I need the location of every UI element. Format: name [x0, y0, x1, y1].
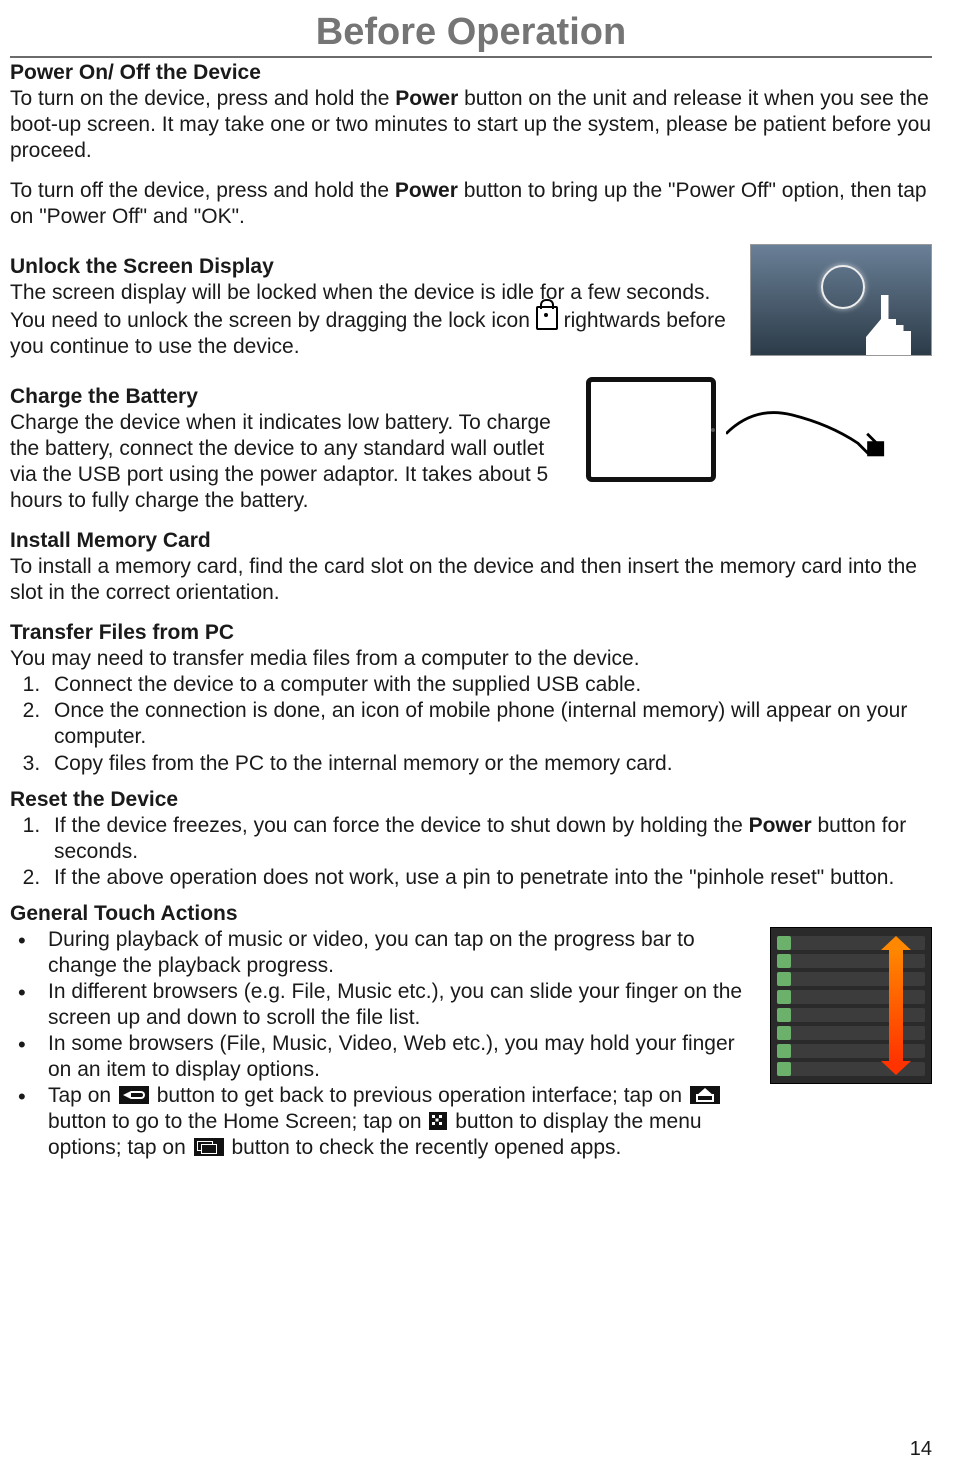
touch-list: During playback of music or video, you c…: [10, 927, 760, 1161]
home-icon: [690, 1086, 720, 1104]
touch-item-2: In different browsers (e.g. File, Music …: [10, 979, 760, 1031]
scroll-illustration: [770, 927, 932, 1084]
page-title: Before Operation: [10, 12, 932, 54]
section-touch-actions: General Touch Actions During playback of…: [10, 901, 932, 1161]
heading-charge: Charge the Battery: [10, 384, 570, 410]
section-power: Power On/ Off the Device To turn on the …: [10, 60, 932, 230]
transfer-item-1: Connect the device to a computer with th…: [46, 672, 932, 698]
touch-item-4: Tap on button to get back to previous op…: [10, 1083, 760, 1161]
charge-illustration: [586, 374, 886, 484]
section-transfer: Transfer Files from PC You may need to t…: [10, 620, 932, 776]
back-icon: [119, 1086, 149, 1104]
transfer-item-3: Copy files from the PC to the internal m…: [46, 751, 932, 777]
section-reset: Reset the Device If the device freezes, …: [10, 787, 932, 891]
page-number: 14: [910, 1437, 932, 1462]
touch-item-3: In some browsers (File, Music, Video, We…: [10, 1031, 760, 1083]
lock-icon: [536, 306, 558, 330]
reset-item-1: If the device freezes, you can force the…: [46, 813, 932, 865]
recent-apps-icon: [194, 1138, 224, 1156]
section-unlock: Unlock the Screen Display The screen dis…: [10, 244, 932, 360]
unlock-body: The screen display will be locked when t…: [10, 280, 734, 360]
heading-power: Power On/ Off the Device: [10, 60, 932, 86]
power-p1: To turn on the device, press and hold th…: [10, 86, 932, 164]
transfer-list: Connect the device to a computer with th…: [10, 672, 932, 776]
reset-list: If the device freezes, you can force the…: [10, 813, 932, 891]
power-p2: To turn off the device, press and hold t…: [10, 178, 932, 230]
section-memory: Install Memory Card To install a memory …: [10, 528, 932, 606]
touch-illustration: [750, 244, 932, 356]
memory-body: To install a memory card, find the card …: [10, 554, 932, 606]
heading-reset: Reset the Device: [10, 787, 932, 813]
heading-memory: Install Memory Card: [10, 528, 932, 554]
section-charge: Charge the Battery Charge the device whe…: [10, 374, 932, 514]
heading-unlock: Unlock the Screen Display: [10, 254, 734, 280]
heading-transfer: Transfer Files from PC: [10, 620, 932, 646]
touch-item-1: During playback of music or video, you c…: [10, 927, 760, 979]
reset-item-2: If the above operation does not work, us…: [46, 865, 932, 891]
heading-touch: General Touch Actions: [10, 901, 932, 927]
menu-icon: [429, 1112, 447, 1130]
title-divider: [10, 56, 932, 58]
transfer-item-2: Once the connection is done, an icon of …: [46, 698, 932, 750]
transfer-intro: You may need to transfer media files fro…: [10, 646, 932, 672]
charge-body: Charge the device when it indicates low …: [10, 410, 570, 514]
